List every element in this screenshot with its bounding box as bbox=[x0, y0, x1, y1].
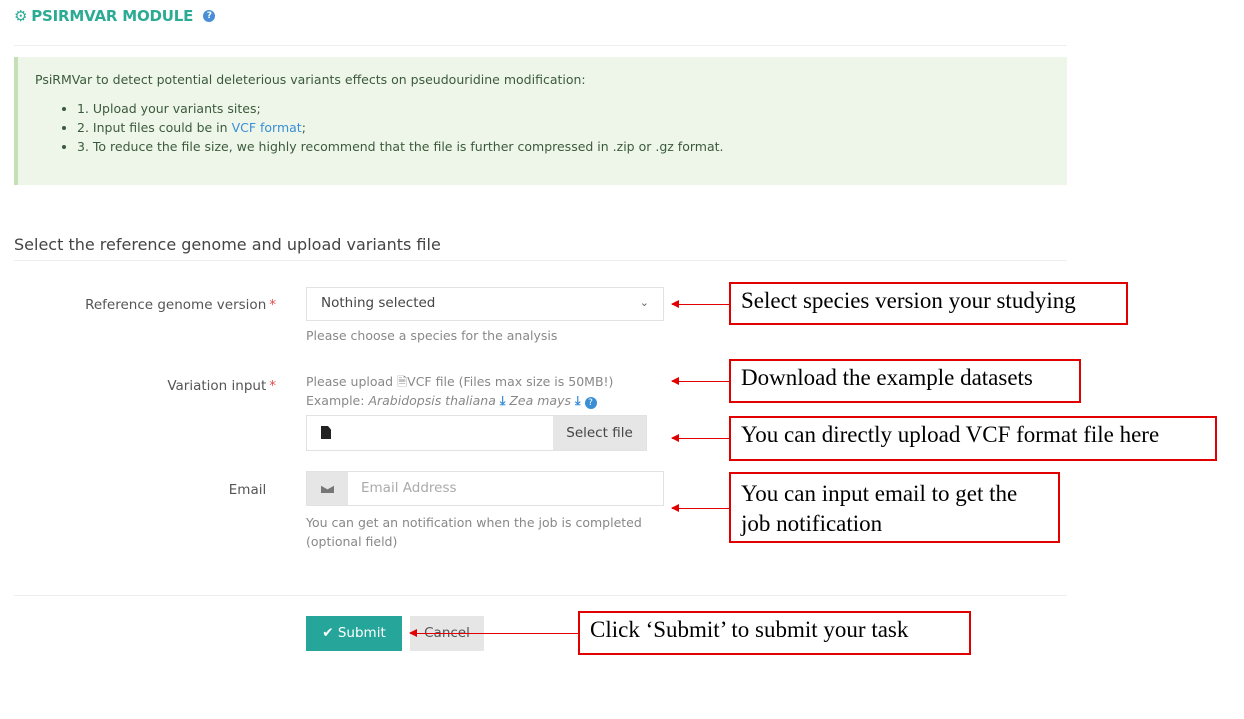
annotation-genome: Select species version your studying bbox=[729, 282, 1128, 325]
email-field[interactable]: Email Address bbox=[306, 471, 664, 506]
info-item: 3. To reduce the file size, we highly re… bbox=[77, 137, 1050, 156]
question-circle-icon[interactable]: ? bbox=[584, 397, 597, 409]
check-icon: ✔ bbox=[322, 625, 334, 641]
annotation-submit: Click ‘Submit’ to submit your task bbox=[578, 611, 971, 655]
variation-label: Variation input * bbox=[16, 378, 276, 394]
upload-suffix: VCF file (Files max size is 50MB!) bbox=[407, 374, 614, 389]
annotation-upload: You can directly upload VCF format file … bbox=[729, 416, 1217, 461]
envelope-icon bbox=[321, 484, 334, 493]
file-icon bbox=[321, 426, 331, 439]
genome-select[interactable]: Nothing selected ⌄ bbox=[306, 287, 664, 321]
section-title: Select the reference genome and upload v… bbox=[14, 235, 441, 254]
annotation-download: Download the example datasets bbox=[729, 359, 1081, 403]
annotation-arrow bbox=[671, 504, 730, 512]
upload-instructions: Please upload 🗎VCF file (Files max size … bbox=[306, 372, 613, 410]
email-label-text: Email bbox=[228, 482, 267, 498]
info-item: 2. Input files could be in VCF format; bbox=[77, 118, 1050, 137]
annotation-arrow bbox=[671, 300, 730, 308]
upload-prefix: Please upload bbox=[306, 374, 394, 389]
example-arabidopsis: Arabidopsis thaliana bbox=[368, 393, 496, 408]
annotation-arrow bbox=[409, 629, 579, 637]
required-marker: * bbox=[269, 297, 276, 313]
email-placeholder: Email Address bbox=[361, 480, 457, 496]
genome-label-text: Reference genome version bbox=[85, 297, 267, 313]
required-marker: * bbox=[269, 378, 276, 394]
annotation-arrow bbox=[671, 434, 730, 442]
download-icon[interactable]: ⤓ bbox=[575, 393, 581, 408]
download-icon[interactable]: ⤓ bbox=[500, 393, 506, 408]
info-list: 1. Upload your variants sites; 2. Input … bbox=[35, 99, 1050, 156]
genome-label: Reference genome version * bbox=[16, 297, 276, 313]
genome-help: Please choose a species for the analysis bbox=[306, 328, 558, 343]
variation-label-text: Variation input bbox=[167, 378, 267, 394]
example-zea-mays: Zea mays bbox=[509, 393, 571, 408]
file-input[interactable]: Select file bbox=[306, 415, 647, 451]
info-panel: PsiRMVar to detect potential deleterious… bbox=[14, 57, 1067, 185]
submit-label: Submit bbox=[337, 625, 386, 641]
annotation-email: You can input email to get the job notif… bbox=[729, 472, 1060, 543]
section-divider bbox=[14, 260, 1067, 261]
module-title: ⚙ PSIRMVAR MODULE ? bbox=[14, 7, 216, 25]
info-item-text: 2. Input files could be in bbox=[77, 120, 232, 135]
submit-button[interactable]: ✔ Submit bbox=[306, 616, 402, 651]
chevron-down-icon: ⌄ bbox=[639, 296, 649, 309]
info-intro: PsiRMVar to detect potential deleterious… bbox=[35, 72, 586, 87]
example-label: Example: bbox=[306, 393, 365, 408]
file-text-icon: 🗎 bbox=[397, 374, 408, 389]
email-label: Email* bbox=[16, 482, 276, 498]
info-item: 1. Upload your variants sites; bbox=[77, 99, 1050, 118]
vcf-format-link[interactable]: VCF format bbox=[232, 120, 302, 135]
annotation-arrow bbox=[671, 377, 730, 385]
select-file-button[interactable]: Select file bbox=[553, 416, 646, 450]
genome-select-value: Nothing selected bbox=[321, 295, 436, 311]
info-item-text: ; bbox=[301, 120, 306, 135]
cogs-icon: ⚙ bbox=[14, 7, 28, 25]
header-divider bbox=[14, 45, 1067, 46]
question-circle-icon[interactable]: ? bbox=[203, 10, 216, 22]
email-addon bbox=[307, 472, 348, 505]
footer-divider bbox=[14, 595, 1067, 596]
email-help: You can get an notification when the job… bbox=[306, 515, 642, 549]
module-title-text: PSIRMVAR MODULE bbox=[31, 7, 194, 25]
